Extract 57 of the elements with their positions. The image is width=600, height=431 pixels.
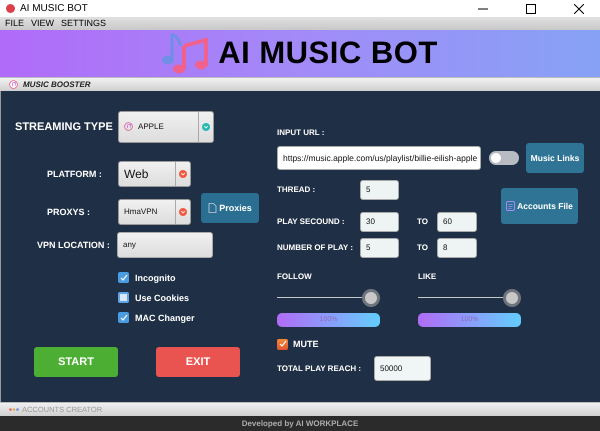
menu-item[interactable]: VIEW [31, 18, 54, 28]
checkbox-label: MUTE [293, 339, 318, 350]
menu-item[interactable]: FILE [5, 18, 24, 28]
checkbox[interactable] [118, 292, 129, 304]
chevron-down-icon [179, 170, 187, 178]
dropdown[interactable]: Web [118, 160, 191, 187]
slider-label: FOLLOW [277, 272, 313, 281]
checkbox[interactable] [118, 272, 129, 284]
field-label: TOTAL PLAY REACH : [277, 364, 362, 373]
field-label: INPUT URL : [277, 128, 326, 137]
toggle-switch[interactable] [489, 150, 519, 165]
music-links-button[interactable]: Music Links [526, 142, 584, 173]
input-field[interactable]: 8 [437, 238, 477, 258]
input-field[interactable]: 50000 [374, 356, 431, 381]
checkbox-label: MAC Changer [135, 312, 195, 323]
window-title: AI MUSIC BOT [20, 3, 88, 14]
field-label: THREAD : [277, 185, 316, 194]
input-field[interactable]: 30 [360, 212, 399, 232]
input-field[interactable]: 5 [360, 238, 399, 258]
field-label: STREAMING TYPE [14, 120, 114, 133]
exit-button[interactable]: EXIT [156, 346, 240, 377]
input-field[interactable]: 60 [437, 212, 477, 232]
app-icon [6, 4, 15, 13]
field-label: TO [417, 243, 429, 252]
field-label: PLAY SECOUND : [277, 217, 346, 226]
slider[interactable] [418, 288, 521, 307]
accounts-file-button[interactable]: Accounts File [501, 188, 578, 224]
music-note-icon [9, 80, 18, 89]
field-label: PROXYS : [46, 206, 92, 217]
field-label: VPN LOCATION : [36, 240, 111, 250]
document-icon [506, 200, 516, 211]
dropdown[interactable]: APPLE [118, 110, 214, 143]
checkbox[interactable] [118, 312, 129, 324]
checkbox-label: Incognito [135, 272, 176, 283]
dropdown[interactable]: HmaVPN [118, 198, 191, 225]
input-field[interactable]: 5 [360, 180, 399, 200]
chevron-down-icon [202, 122, 210, 131]
proxies-button[interactable]: Proxies [201, 192, 259, 223]
banner-title: AI MUSIC BOT [218, 35, 438, 72]
checkbox-label: Use Cookies [135, 292, 190, 303]
dots-icon [9, 407, 19, 412]
chevron-down-icon [179, 208, 187, 216]
input-field[interactable]: any [117, 232, 213, 258]
music-note-icon [124, 122, 133, 132]
field-label: PLATFORM : [46, 168, 103, 179]
slider[interactable] [277, 288, 380, 307]
field-label: TO [417, 217, 429, 226]
section-title: MUSIC BOOSTER [23, 80, 91, 89]
maximize-icon[interactable] [526, 4, 536, 14]
menu-item[interactable]: SETTINGS [61, 18, 106, 28]
checkbox[interactable] [277, 338, 288, 350]
footer-text: Developed by AI WORKPLACE [242, 419, 358, 428]
url-field[interactable]: https://music.apple.com/us/playlist/billie-eilish-apple [277, 146, 481, 170]
slider-label: LIKE [418, 272, 438, 281]
close-icon[interactable] [574, 4, 584, 14]
field-label: NUMBER OF PLAY : [277, 243, 354, 252]
document-icon [208, 202, 218, 213]
